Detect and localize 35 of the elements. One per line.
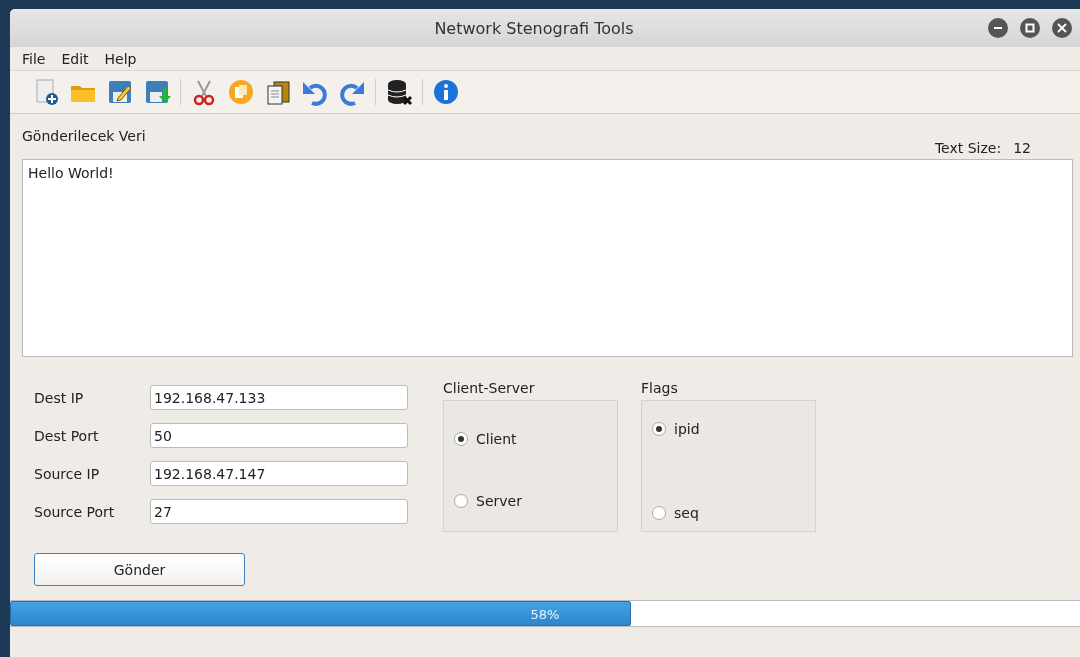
clipboard-icon[interactable] xyxy=(264,78,292,106)
field-label: Source IP xyxy=(34,465,101,482)
maximize-icon[interactable] xyxy=(1020,18,1040,38)
field-label: Dest Port xyxy=(34,427,100,444)
radio-option[interactable]: ipid xyxy=(652,421,805,437)
menu-item[interactable]: Edit xyxy=(55,50,95,67)
radio-button[interactable] xyxy=(454,494,468,508)
field-label: Source Port xyxy=(34,503,116,520)
window-title: Network Stenografi Tools xyxy=(433,18,635,38)
input-field[interactable]: 27 xyxy=(150,499,408,524)
text-size-value: 12 xyxy=(1013,140,1031,156)
input-field[interactable]: 192.168.47.133 xyxy=(150,385,408,410)
input-field[interactable]: 192.168.47.147 xyxy=(150,461,408,486)
radio-option[interactable]: Client xyxy=(454,431,607,447)
minimize-icon[interactable] xyxy=(988,18,1008,38)
radio-button[interactable] xyxy=(652,422,666,436)
group-title: Client-Server xyxy=(443,380,536,398)
radio-option[interactable]: seq xyxy=(652,505,805,521)
floppy-pencil-icon[interactable] xyxy=(106,78,134,106)
radio-option[interactable]: Server xyxy=(454,493,607,509)
group-title: Flags xyxy=(641,380,679,398)
info-icon[interactable] xyxy=(432,78,460,106)
radio-button[interactable] xyxy=(454,432,468,446)
close-icon[interactable] xyxy=(1052,18,1072,38)
text-size-label: Text Size: xyxy=(934,140,1002,156)
section-label: Gönderilecek Veri xyxy=(22,128,146,146)
message-text-area[interactable]: Hello World! xyxy=(22,159,1073,357)
radio-button[interactable] xyxy=(652,506,666,520)
menu-item[interactable]: Help xyxy=(98,50,143,67)
progress-text: 58% xyxy=(530,606,560,621)
field-label: Dest IP xyxy=(34,389,85,406)
database-x-icon[interactable] xyxy=(385,78,413,106)
input-field[interactable]: 50 xyxy=(150,423,408,448)
menu-item[interactable]: File xyxy=(16,50,52,67)
send-button[interactable]: Gönder xyxy=(34,553,245,586)
